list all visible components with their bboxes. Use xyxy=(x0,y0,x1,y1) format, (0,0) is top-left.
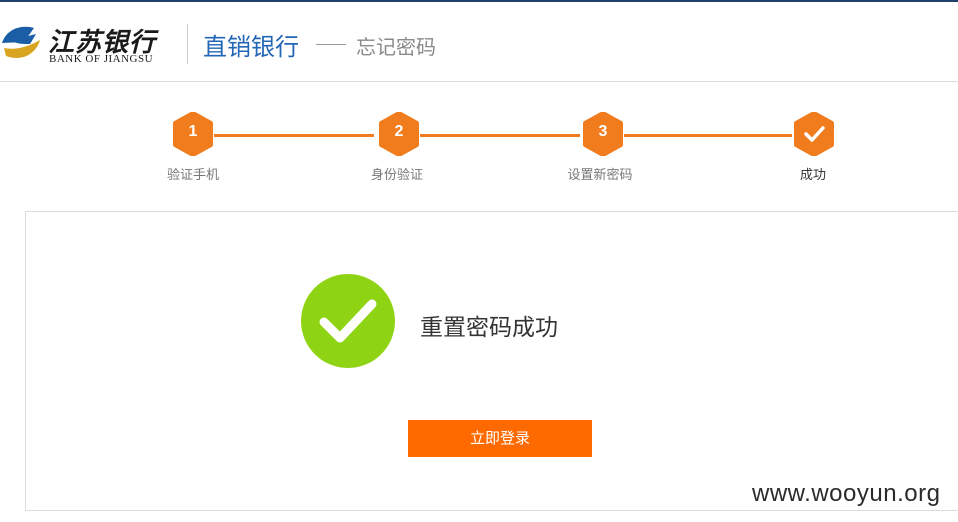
success-message: 重置密码成功 xyxy=(420,315,558,341)
result-panel: 重置密码成功 立即登录 xyxy=(25,211,958,511)
step-2-badge: 2 xyxy=(378,112,420,156)
step-label-identity-verify: 身份验证 xyxy=(370,168,423,183)
step-connector xyxy=(214,134,374,137)
header: 江苏银行 BANK OF JIANGSU 直销银行 忘记密码 xyxy=(0,2,958,82)
watermark-text: www.wooyun.org xyxy=(752,480,941,507)
logo-english-name: BANK OF JIANGSU xyxy=(49,53,154,65)
step-number: 3 xyxy=(598,123,608,140)
check-icon xyxy=(804,126,825,142)
step-1-badge: 1 xyxy=(172,112,214,156)
step-number: 1 xyxy=(188,123,198,140)
step-label-set-new-password: 设置新密码 xyxy=(567,168,633,183)
title-separator xyxy=(316,44,346,45)
bank-of-jiangsu-logo-icon xyxy=(0,20,44,64)
login-now-button[interactable]: 立即登录 xyxy=(408,420,592,457)
page-subtitle: 忘记密码 xyxy=(356,35,436,59)
step-4-badge xyxy=(793,112,835,156)
step-number: 2 xyxy=(394,123,404,140)
step-connector xyxy=(420,134,580,137)
success-check-icon xyxy=(300,273,396,369)
step-3-badge: 3 xyxy=(582,112,624,156)
product-title: 直销银行 xyxy=(203,33,299,61)
step-label-success: 成功 xyxy=(799,168,826,183)
header-divider xyxy=(187,24,188,64)
step-label-verify-phone: 验证手机 xyxy=(166,168,219,183)
step-connector xyxy=(624,134,792,137)
